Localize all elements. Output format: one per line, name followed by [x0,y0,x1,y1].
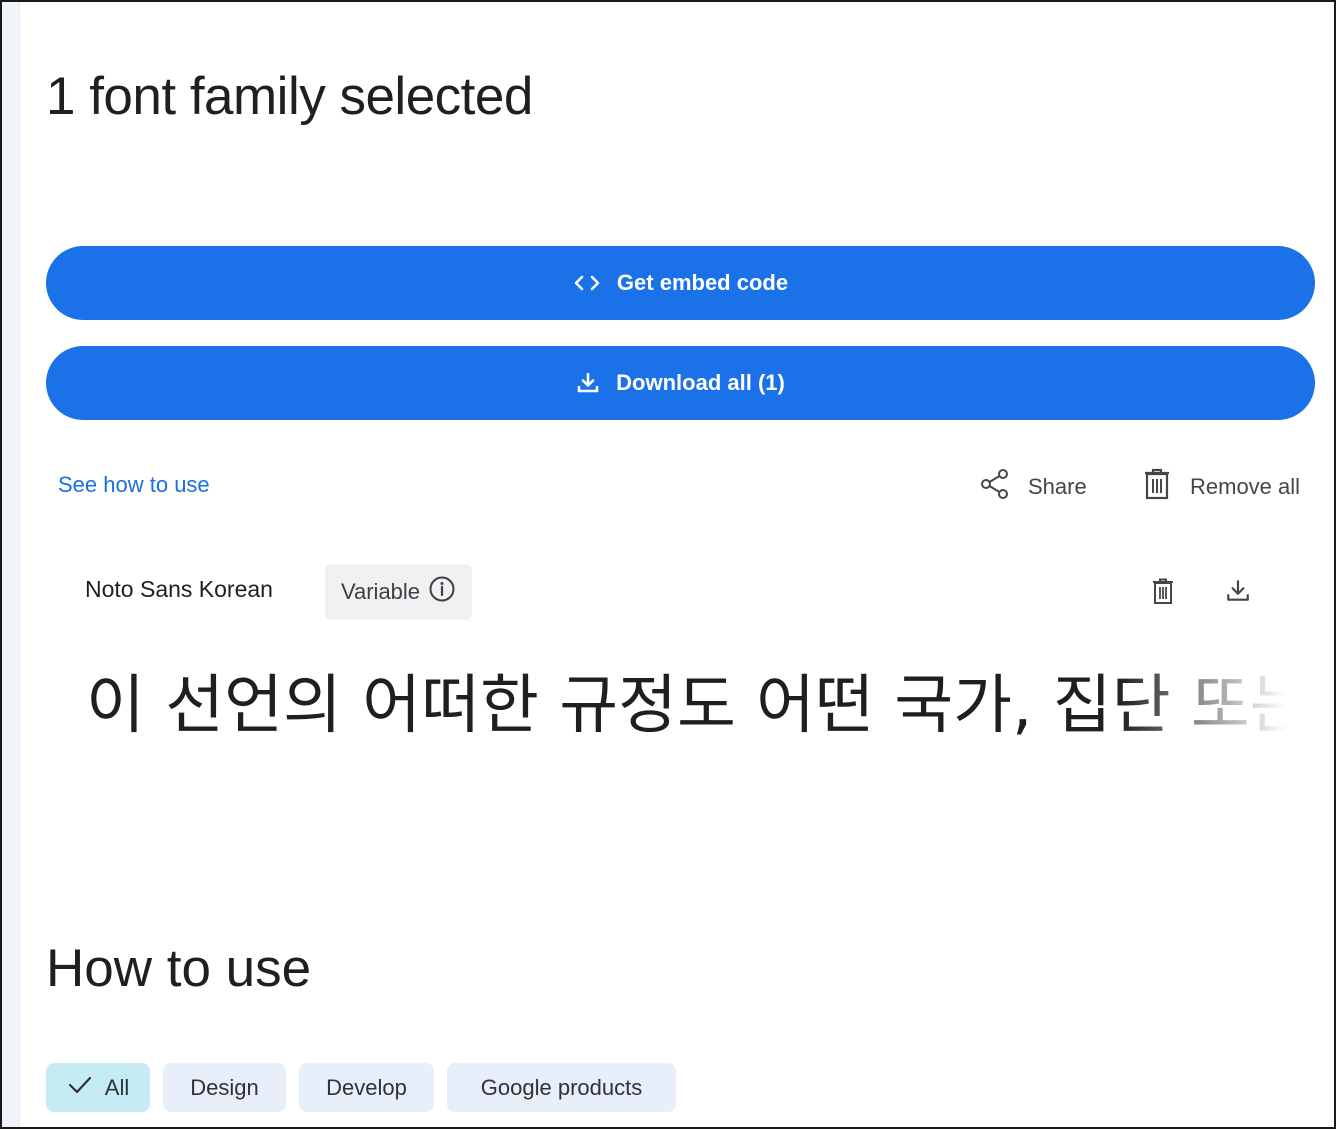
filter-chip-design[interactable]: Design [163,1063,286,1112]
filter-chip-label: Google products [480,1074,643,1100]
info-icon [428,575,456,609]
get-embed-code-label: Get embed code [616,270,789,295]
filter-chip-develop[interactable]: Develop [299,1063,434,1112]
code-brackets-icon [573,273,601,293]
filter-chip-all[interactable]: All [46,1063,150,1112]
share-icon [978,467,1012,507]
download-icon [576,371,600,395]
font-family-name: Noto Sans Korean [85,576,273,602]
filter-chip-google-products[interactable]: Google products [447,1063,676,1112]
download-family-button[interactable] [1221,576,1255,610]
check-icon [67,1075,93,1101]
share-button[interactable]: Share [978,466,1087,508]
how-to-use-heading: How to use [46,939,312,998]
download-all-label: Download all (1) [616,370,785,395]
get-embed-code-button[interactable]: Get embed code [46,246,1315,320]
selected-families-panel: 1 font family selected Get embed code Do… [0,0,1336,1129]
filter-chip-label: All [104,1074,130,1100]
remove-family-button[interactable] [1146,576,1180,610]
share-label: Share [1028,474,1087,499]
remove-all-label: Remove all [1190,474,1301,499]
font-preview-text: 이 선언의 어떠한 규정도 어떤 국가, 집단 또는 개 [86,669,1286,743]
page-title: 1 font family selected [46,67,533,126]
trash-icon [1142,467,1172,507]
remove-all-button[interactable]: Remove all [1142,466,1300,508]
variable-badge-label: Variable [340,579,421,604]
action-row: See how to use Share Remove all [0,466,1336,508]
filter-chip-label: Develop [326,1074,407,1100]
download-icon [1225,578,1251,609]
variable-badge[interactable]: Variable [325,564,472,620]
trash-icon [1151,577,1175,610]
see-how-to-use-link[interactable]: See how to use [58,472,210,498]
download-all-button[interactable]: Download all (1) [46,346,1315,420]
filter-chip-label: Design [190,1074,259,1100]
font-family-row: Noto Sans Korean Variable [0,564,1336,622]
